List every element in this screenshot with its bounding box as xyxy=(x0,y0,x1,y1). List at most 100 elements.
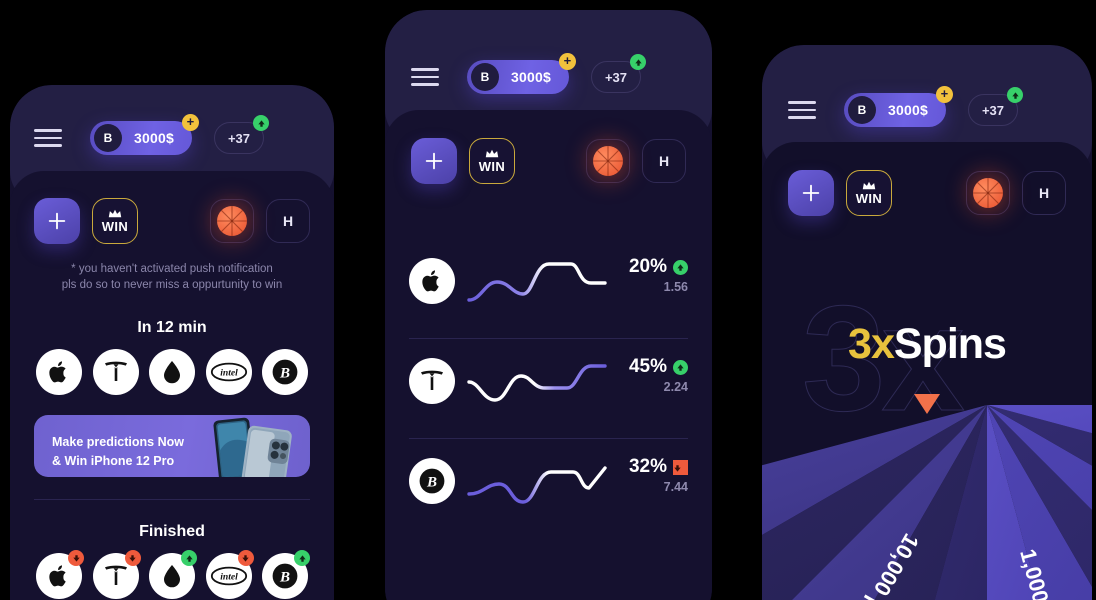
apple-icon xyxy=(49,361,66,383)
points-button[interactable]: +37 xyxy=(213,115,269,154)
hamburger-icon[interactable] xyxy=(788,101,816,119)
oil-drop-icon xyxy=(164,565,180,588)
basketball-button[interactable] xyxy=(210,199,254,243)
trend-down-icon xyxy=(237,550,254,566)
points-label: +37 xyxy=(227,130,250,146)
trend-down-icon xyxy=(673,459,688,475)
sparkline-chart xyxy=(467,262,607,302)
apple-icon xyxy=(409,258,455,304)
trend-down-icon xyxy=(68,550,84,566)
row-value: 2.24 xyxy=(663,380,688,394)
basketball-icon xyxy=(973,178,1003,208)
phone1-topbar: B 3000$ + +37 xyxy=(10,114,334,155)
percent-value: 45% xyxy=(628,356,667,377)
phone-mockup-2: B 3000$ + +37 WIN H 20% 1.56 45% 2.24 B … xyxy=(385,10,712,600)
wheel-pointer-icon xyxy=(914,394,940,414)
phone3-action-row: WIN H xyxy=(788,170,1066,216)
spin-wheel[interactable]: 10,000 points 1,000 points x 4,000 point… xyxy=(762,395,1092,600)
finished-asset-oil[interactable] xyxy=(149,550,197,599)
svg-text:B: B xyxy=(279,365,290,381)
plus-icon xyxy=(48,212,66,230)
upcoming-title: In 12 min xyxy=(137,319,207,336)
add-button[interactable] xyxy=(411,138,457,184)
trend-up-icon xyxy=(673,259,688,275)
add-button[interactable] xyxy=(788,170,834,216)
balance-pill[interactable]: B 3000$ + xyxy=(467,53,576,94)
finished-asset-intel[interactable]: intel xyxy=(205,550,254,599)
coin-icon: B xyxy=(94,124,122,152)
table-row[interactable]: B 32% 7.44 xyxy=(385,430,712,530)
win-button[interactable]: WIN xyxy=(92,198,138,244)
letter-button[interactable]: H xyxy=(1022,171,1066,215)
percent-change: 32% xyxy=(629,456,688,478)
win-button[interactable]: WIN xyxy=(469,138,515,184)
asset-oil[interactable] xyxy=(149,349,195,395)
phone-mockup-3: B 3000$ + +37 WIN H 3x 3xSpins xyxy=(762,45,1092,600)
add-funds-badge[interactable]: + xyxy=(935,86,953,103)
asset-intel[interactable]: intel xyxy=(205,349,252,395)
balance-pill[interactable]: B 3000$ + xyxy=(844,86,953,127)
svg-text:intel: intel xyxy=(220,368,238,379)
percent-value: 32% xyxy=(628,456,667,477)
letter-label: H xyxy=(658,153,670,169)
asset-apple[interactable] xyxy=(36,349,82,395)
win-label: WIN xyxy=(101,218,129,234)
phone1-content: WIN H * you haven't activated push notif… xyxy=(10,171,334,600)
basketball-icon xyxy=(593,146,623,176)
balance-amount: 3000$ xyxy=(511,69,551,85)
promo-line-2: & Win iPhone 12 Pro xyxy=(52,454,175,468)
hamburger-icon[interactable] xyxy=(411,68,439,86)
finished-asset-tesla[interactable] xyxy=(92,550,141,599)
crown-icon xyxy=(108,209,122,217)
finished-asset-apple[interactable] xyxy=(36,550,84,599)
phone2-action-row: WIN H xyxy=(411,138,686,184)
arrow-up-icon xyxy=(630,54,646,70)
iphone-12-pro-image xyxy=(213,417,292,477)
crown-icon xyxy=(485,149,499,157)
add-button[interactable] xyxy=(34,198,80,244)
row-value: 7.44 xyxy=(663,480,688,494)
bitcoin-icon: B xyxy=(272,359,298,385)
hamburger-icon[interactable] xyxy=(34,129,62,147)
points-label: +37 xyxy=(981,102,1004,118)
intel-icon: intel xyxy=(210,362,247,382)
table-row[interactable]: 45% 2.24 xyxy=(385,330,712,430)
apple-icon xyxy=(49,565,66,587)
add-funds-badge[interactable]: + xyxy=(558,53,576,70)
asset-bitcoin[interactable]: B xyxy=(262,349,308,395)
promo-text: Make predictions Now & Win iPhone 12 Pro xyxy=(52,433,184,471)
oil-drop-icon xyxy=(164,361,180,384)
percent-change: 20% xyxy=(629,256,688,278)
win-label: WIN xyxy=(478,158,506,174)
phone3-content: WIN H 3x 3xSpins xyxy=(762,142,1092,600)
win-button[interactable]: WIN xyxy=(846,170,892,216)
finished-asset-bitcoin[interactable]: B xyxy=(262,550,310,599)
percent-change: 45% xyxy=(629,356,688,378)
points-button[interactable]: +37 xyxy=(590,54,646,93)
basketball-button[interactable] xyxy=(966,171,1010,215)
note-line-1: * you haven't activated push notificatio… xyxy=(71,263,273,275)
letter-label: H xyxy=(282,213,294,229)
trend-up-icon xyxy=(181,550,197,566)
screenshot-stage: B 3000$ + +37 WIN H * you haven't activa… xyxy=(0,0,1096,600)
table-row[interactable]: 20% 1.56 xyxy=(385,230,712,330)
tesla-icon xyxy=(104,361,127,381)
letter-button[interactable]: H xyxy=(266,199,310,243)
letter-label: H xyxy=(1038,185,1050,201)
basketball-button[interactable] xyxy=(586,139,630,183)
note-line-2: pls do so to never miss a oppurtunity to… xyxy=(61,279,283,291)
letter-button[interactable]: H xyxy=(642,139,686,183)
balance-pill[interactable]: B 3000$ + xyxy=(90,114,199,155)
coin-icon: B xyxy=(848,96,876,124)
row-value: 1.56 xyxy=(663,280,688,294)
add-funds-badge[interactable]: + xyxy=(181,114,199,131)
coin-icon: B xyxy=(471,63,499,91)
arrow-up-icon xyxy=(1007,87,1023,103)
phone-mockup-1: B 3000$ + +37 WIN H * you haven't activa… xyxy=(10,85,334,600)
points-button[interactable]: +37 xyxy=(967,87,1023,126)
promo-banner[interactable]: Make predictions Now & Win iPhone 12 Pro xyxy=(34,415,310,477)
balance-amount: 3000$ xyxy=(888,102,928,118)
plus-icon xyxy=(802,184,820,202)
phone2-topbar: B 3000$ + +37 xyxy=(385,53,712,94)
asset-tesla[interactable] xyxy=(92,349,139,395)
